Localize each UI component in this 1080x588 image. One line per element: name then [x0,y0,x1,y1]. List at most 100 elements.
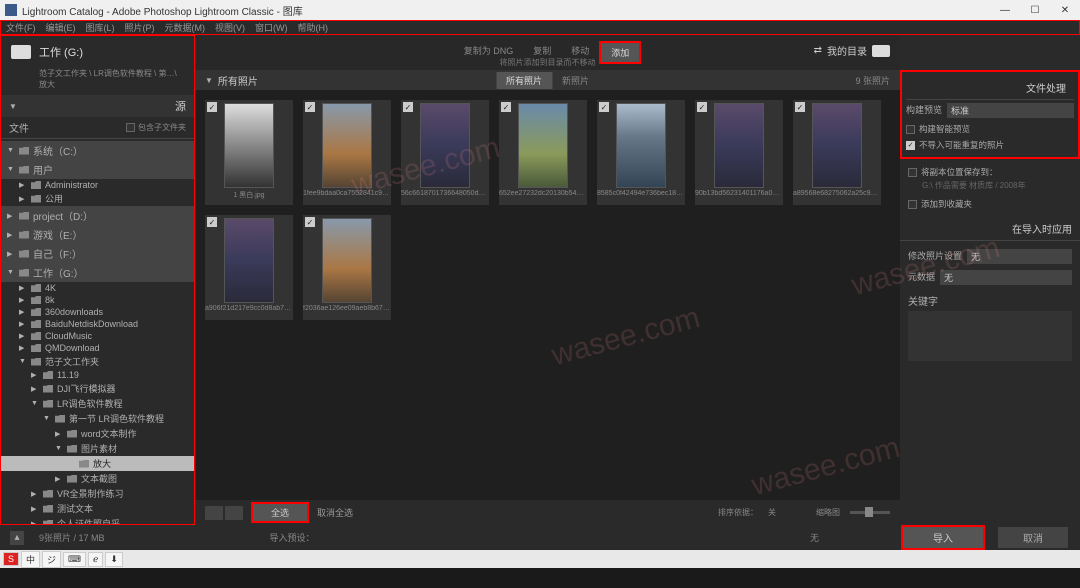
develop-settings-label: 修改照片设置 [908,249,962,264]
tree-item[interactable]: ▼用户 [1,160,194,179]
no-duplicates-checkbox[interactable]: ✓不导入可能重复的照片 [906,137,1074,153]
add-to-collection-checkbox[interactable]: 添加到收藏夹 [908,196,1072,212]
tree-item[interactable]: ▶8k [1,294,194,306]
ime-indicator[interactable]: 中 [21,551,40,568]
thumbnail-image [224,103,274,188]
thumbnail-size-slider[interactable] [850,511,890,514]
expand-icon[interactable]: ▼ [205,76,213,85]
menu-item[interactable]: 照片(P) [125,21,155,34]
tree-item[interactable]: ▶QMDownload [1,342,194,354]
ime-indicator[interactable]: ⌨ [63,552,86,567]
tree-item[interactable]: ▶VR全景制作练习 [1,486,194,501]
sort-dropdown[interactable]: 关 [768,507,776,518]
import-preset-label: 导入预设： [270,531,315,544]
thumbnail-checkbox[interactable]: ✓ [501,102,511,112]
import-mode-tab[interactable]: 添加 [599,41,641,64]
thumbnail[interactable]: ✓8585c0f42494e736bec182e942ea… [597,100,685,205]
titlebar: Lightroom Catalog - Adobe Photoshop Ligh… [0,0,1080,20]
menu-item[interactable]: 视图(V) [215,21,245,34]
include-subfolders-checkbox[interactable]: 包含子文件夹 [126,120,186,135]
close-button[interactable]: ✕ [1050,0,1080,20]
thumbnail[interactable]: ✓a906f21d217e9cc0d8ab7674409e… [205,215,293,320]
thumbnail-checkbox[interactable]: ✓ [207,217,217,227]
menu-item[interactable]: 窗口(W) [255,21,288,34]
tree-item[interactable]: ▼LR调色软件教程 [1,396,194,411]
smart-preview-checkbox[interactable]: 构建智能预览 [906,121,1074,137]
ime-indicator[interactable]: ℯ [88,552,103,567]
thumbnail[interactable]: ✓56c6618701736648050da3a1af94… [401,100,489,205]
menu-item[interactable]: 图库(L) [86,21,115,34]
thumbnail[interactable]: ✓90b13bd56231401176a0aef31573… [695,100,783,205]
tree-item[interactable]: 放大 [1,456,194,471]
thumbnail-image [322,218,372,303]
cancel-button[interactable]: 取消 [998,527,1068,548]
thumbnail[interactable]: ✓ a89568e68275062a25c9524ae48… [793,100,881,205]
tree-item[interactable]: ▶自己（F:） [1,244,194,263]
deselect-all-button[interactable]: 取消全选 [317,506,353,519]
thumbnail[interactable]: ✓1fee9bdaa0ca7552841c9486a7cf… [303,100,391,205]
build-preview-select[interactable]: 标准 [947,103,1074,118]
my-catalog-button[interactable]: ⇄ 我的目录 [814,43,890,58]
maximize-button[interactable]: ☐ [1020,0,1050,20]
sort-label: 排序依据： [718,507,758,518]
tree-item[interactable]: ▼第一节 LR调色软件教程 [1,411,194,426]
expand-filmstrip-button[interactable]: ▴ [10,531,24,545]
tree-item[interactable]: ▶project（D:） [1,206,194,225]
thumbnail-checkbox[interactable]: ✓ [305,217,315,227]
import-button[interactable]: 导入 [901,525,985,550]
panel-collapse-icon[interactable]: ▼ [9,102,17,111]
thumbnail-checkbox[interactable]: ✓ [305,102,315,112]
menu-item[interactable]: 文件(F) [6,21,36,34]
tree-item[interactable]: ▶公用 [1,191,194,206]
thumbnail-checkbox[interactable]: ✓ [403,102,413,112]
tree-item[interactable]: ▶11.19 [1,369,194,381]
minimize-button[interactable]: — [990,0,1020,20]
ime-indicator[interactable]: ⬇ [105,552,123,567]
thumbnail-checkbox[interactable]: ✓ [697,102,707,112]
tree-item[interactable]: ▶个人证件照自采 [1,516,194,524]
tree-item[interactable]: ▶4K [1,282,194,294]
preset-none[interactable]: 无 [810,531,819,544]
tree-item[interactable]: ▶游戏（E:） [1,225,194,244]
tree-item[interactable]: ▶CloudMusic [1,330,194,342]
view-tab[interactable]: 新照片 [552,72,599,89]
keywords-input[interactable] [908,311,1072,361]
tree-item[interactable]: ▶360downloads [1,306,194,318]
tree-item[interactable]: ▶DJI飞行模拟器 [1,381,194,396]
menu-item[interactable]: 帮助(H) [298,21,329,34]
thumbnail[interactable]: ✓f2036ae126ee09aeb8b675a3c2e0b… [303,215,391,320]
metadata-select[interactable]: 无 [940,270,1072,285]
tree-item[interactable]: ▶文本截图 [1,471,194,486]
thumbnail-checkbox[interactable]: ✓ [795,102,805,112]
thumbnail-checkbox[interactable]: ✓ [207,102,217,112]
menu-item[interactable]: 编辑(E) [46,21,76,34]
thumbnail-checkbox[interactable]: ✓ [599,102,609,112]
develop-settings-select[interactable]: 无 [967,249,1072,264]
grid-view-button[interactable] [205,506,223,520]
tree-item[interactable]: ▶BaiduNetdiskDownload [1,318,194,330]
folder-tree[interactable]: ▼系统（C:）▼用户▶Administrator▶公用▶project（D:）▶… [1,139,194,524]
save-second-copy-checkbox[interactable]: 将副本位置保存到： [908,164,1072,180]
ime-indicator[interactable]: ジ [42,551,61,568]
apply-during-import-header[interactable]: 在导入时应用 [900,217,1080,241]
tree-item[interactable]: ▼系统（C:） [1,141,194,160]
ime-indicator[interactable]: S [3,552,19,566]
thumbnail[interactable]: ✓1 黑白.jpg [205,100,293,205]
thumbnail-filename: a89568e68275062a25c9524ae48… [793,190,881,197]
menu-item[interactable]: 元数据(M) [165,21,206,34]
tree-item[interactable]: ▶word文本制作 [1,426,194,441]
tree-item[interactable]: ▼工作（G:） [1,263,194,282]
thumbnail[interactable]: ✓652ee27232dc20130b5453577f99e… [499,100,587,205]
file-handling-header[interactable]: 文件处理 [906,76,1074,100]
ime-status-bar: S中ジ⌨ℯ⬇ [0,550,1080,568]
tree-item[interactable]: ▶Administrator [1,179,194,191]
tree-item[interactable]: ▶测试文本 [1,501,194,516]
tree-item[interactable]: ▼范子文工作夹 [1,354,194,369]
tree-item[interactable]: ▼图片素材 [1,441,194,456]
import-mode-bar: 复制为 DNG复制移动添加 将照片添加到目录而不移动 ⇄ 我的目录 [195,35,900,70]
bottom-bar: ▴ 9张照片 / 17 MB 导入预设： 无 导入 取消 [0,525,1080,550]
loupe-view-button[interactable] [225,506,243,520]
view-tab[interactable]: 所有照片 [496,72,552,89]
select-all-button[interactable]: 全选 [251,502,309,523]
destination-drive[interactable]: 工作 (G:) [39,44,83,60]
